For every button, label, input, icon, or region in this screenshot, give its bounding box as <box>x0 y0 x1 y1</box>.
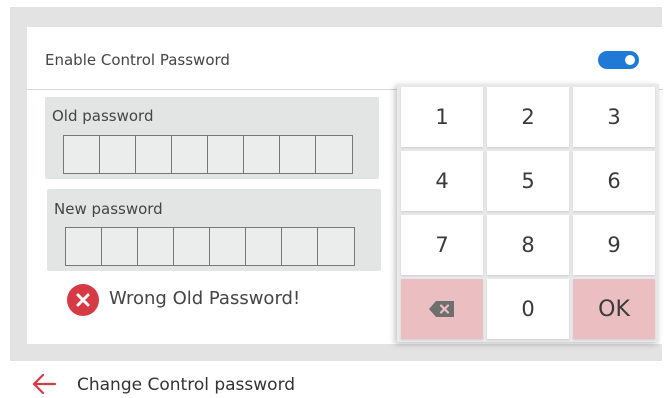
key-2[interactable]: 2 <box>487 87 569 147</box>
new-password-digit <box>66 228 102 265</box>
key-3[interactable]: 3 <box>573 87 655 147</box>
new-password-digit <box>210 228 246 265</box>
key-0[interactable]: 0 <box>487 279 569 339</box>
old-password-digit <box>136 136 172 173</box>
arrow-left-icon[interactable] <box>31 373 57 395</box>
key-9[interactable]: 9 <box>573 215 655 275</box>
key-1[interactable]: 1 <box>401 87 483 147</box>
backspace-key[interactable] <box>401 279 483 339</box>
x-circle-icon <box>67 284 99 316</box>
old-password-digit <box>172 136 208 173</box>
new-password-digit <box>246 228 282 265</box>
old-password-digit <box>316 136 352 173</box>
key-7[interactable]: 7 <box>401 215 483 275</box>
new-password-digit <box>174 228 210 265</box>
new-password-group: New password <box>47 189 381 271</box>
ok-key[interactable]: OK <box>573 279 655 339</box>
old-password-label: Old password <box>52 107 154 125</box>
new-password-label: New password <box>54 200 163 218</box>
toggle-knob <box>625 55 635 65</box>
old-password-digit <box>208 136 244 173</box>
new-password-field[interactable] <box>65 227 355 266</box>
key-8[interactable]: 8 <box>487 215 569 275</box>
numeric-keypad: 1 2 3 4 5 6 7 8 9 0 OK <box>397 84 659 342</box>
key-4[interactable]: 4 <box>401 151 483 211</box>
enable-password-row: Enable Control Password <box>27 27 663 90</box>
key-5[interactable]: 5 <box>487 151 569 211</box>
old-password-digit <box>100 136 136 173</box>
old-password-digit <box>244 136 280 173</box>
key-6[interactable]: 6 <box>573 151 655 211</box>
old-password-digit <box>280 136 316 173</box>
enable-password-label: Enable Control Password <box>45 51 230 69</box>
error-text: Wrong Old Password! <box>109 288 301 309</box>
new-password-digit <box>282 228 318 265</box>
page-title: Change Control password <box>77 375 296 395</box>
enable-password-toggle[interactable] <box>598 51 639 69</box>
old-password-field[interactable] <box>63 135 353 174</box>
new-password-digit <box>318 228 354 265</box>
old-password-digit <box>64 136 100 173</box>
old-password-group: Old password <box>45 97 379 179</box>
new-password-digit <box>102 228 138 265</box>
backspace-icon <box>429 301 454 317</box>
new-password-digit <box>138 228 174 265</box>
